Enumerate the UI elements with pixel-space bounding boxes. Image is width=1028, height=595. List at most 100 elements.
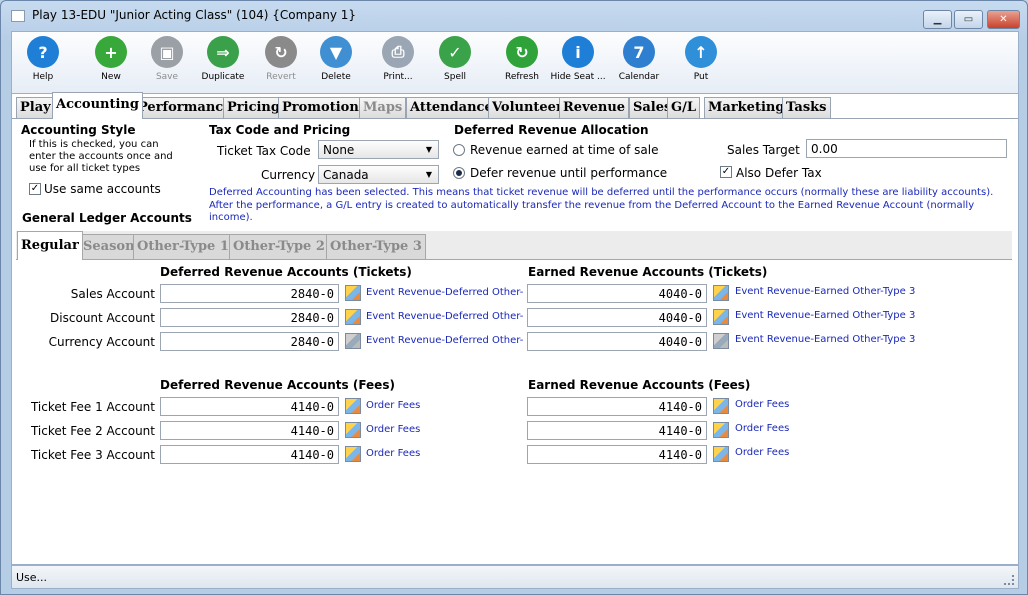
- subtab-other-type-2[interactable]: Other-Type 2: [229, 234, 329, 259]
- tab-performance[interactable]: Performance: [134, 97, 236, 118]
- accounting-style-heading: Accounting Style: [21, 123, 136, 137]
- minimize-icon: ▁: [933, 14, 942, 25]
- deferred-account-description[interactable]: Order Fees: [366, 400, 523, 411]
- ticket-tax-code-value: None: [323, 143, 355, 157]
- account-row-label: Sales Account: [70, 287, 155, 301]
- tab-marketing[interactable]: Marketing: [704, 97, 789, 118]
- revert-toolbar-button[interactable]: ↻ Revert: [250, 36, 312, 82]
- put-toolbar-button[interactable]: ↑ Put: [670, 36, 732, 82]
- spell-toolbar-button[interactable]: ✓ Spell: [424, 36, 486, 82]
- defer-revenue-radio[interactable]: [453, 167, 465, 179]
- earned-account-input[interactable]: 4040-0: [527, 308, 707, 327]
- account-row-label: Ticket Fee 3 Account: [30, 448, 155, 462]
- ticket-tax-code-select[interactable]: None ▼: [318, 140, 439, 159]
- refresh-icon: ↻: [506, 36, 538, 68]
- hide-seat-toolbar-button[interactable]: i Hide Seat ...: [547, 36, 609, 82]
- earned-account-description[interactable]: Order Fees: [735, 423, 1005, 434]
- account-lookup-icon[interactable]: [345, 285, 361, 301]
- account-lookup-icon[interactable]: [713, 398, 729, 414]
- currency-select[interactable]: Canada ▼: [318, 165, 439, 184]
- use-same-accounts-checkbox[interactable]: ✓: [29, 183, 41, 195]
- earned-account-input[interactable]: 4040-0: [527, 284, 707, 303]
- subtab-regular[interactable]: Regular: [17, 231, 83, 260]
- tab-play[interactable]: Play: [16, 97, 55, 118]
- toolbar-button-label: Print...: [383, 72, 413, 82]
- check-icon: ✓: [721, 166, 731, 177]
- deferred-account-description[interactable]: Order Fees: [366, 448, 523, 459]
- account-lookup-icon[interactable]: [713, 309, 729, 325]
- sales-target-input[interactable]: 0.00: [806, 139, 1007, 158]
- deferred-account-input[interactable]: 4140-0: [160, 397, 339, 416]
- title-bar[interactable]: Play 13-EDU "Junior Acting Class" (104) …: [1, 1, 1027, 31]
- account-lookup-icon[interactable]: [713, 285, 729, 301]
- deferred-account-description[interactable]: Event Revenue-Deferred Other-: [366, 335, 523, 346]
- new-toolbar-button[interactable]: + New: [80, 36, 142, 82]
- refresh-toolbar-button[interactable]: ↻ Refresh: [491, 36, 553, 82]
- earned-account-description[interactable]: Event Revenue-Earned Other-Type 3: [735, 310, 1005, 321]
- deferred-account-input[interactable]: 2840-0: [160, 308, 339, 327]
- subtab-other-type-1[interactable]: Other-Type 1: [133, 234, 233, 259]
- duplicate-toolbar-button[interactable]: ⇒ Duplicate: [192, 36, 254, 82]
- deferred-account-input[interactable]: 4140-0: [160, 445, 339, 464]
- account-lookup-icon[interactable]: [345, 446, 361, 462]
- spell-check-icon: ✓: [439, 36, 471, 68]
- accounting-style-desc-2: enter the accounts once and: [29, 151, 173, 162]
- also-defer-tax-label: Also Defer Tax: [736, 166, 822, 180]
- deferred-account-input[interactable]: 2840-0: [160, 284, 339, 303]
- account-lookup-icon[interactable]: [713, 333, 729, 349]
- account-row-label: Ticket Fee 2 Account: [30, 424, 155, 438]
- tab-attendance[interactable]: Attendance: [406, 97, 497, 118]
- tab-pricing[interactable]: Pricing: [223, 97, 284, 118]
- tab-g-l[interactable]: G/L: [667, 97, 700, 118]
- close-button[interactable]: ✕: [987, 10, 1020, 29]
- earned-account-description[interactable]: Event Revenue-Earned Other-Type 3: [735, 286, 1005, 297]
- help-toolbar-button[interactable]: ? Help: [12, 36, 74, 82]
- info-icon: i: [562, 36, 594, 68]
- earned-account-input[interactable]: 4140-0: [527, 421, 707, 440]
- tab-tasks[interactable]: Tasks: [782, 97, 831, 118]
- deferred-account-description[interactable]: Order Fees: [366, 424, 523, 435]
- earned-account-description[interactable]: Order Fees: [735, 399, 1005, 410]
- tab-promotions[interactable]: Promotions: [278, 97, 371, 118]
- calendar-toolbar-button[interactable]: 7 Calendar: [608, 36, 670, 82]
- deferred-account-input[interactable]: 2840-0: [160, 332, 339, 351]
- earned-account-input[interactable]: 4140-0: [527, 445, 707, 464]
- tab-maps[interactable]: Maps: [359, 97, 407, 118]
- account-lookup-icon[interactable]: [345, 333, 361, 349]
- print-toolbar-button[interactable]: ⎙ Print...: [367, 36, 429, 82]
- resize-grip-icon[interactable]: [1004, 575, 1014, 585]
- minimize-button[interactable]: ▁: [923, 10, 952, 29]
- earned-account-input[interactable]: 4040-0: [527, 332, 707, 351]
- tab-revenue[interactable]: Revenue: [559, 97, 630, 118]
- subtab-season[interactable]: Season: [79, 234, 139, 259]
- account-lookup-icon[interactable]: [345, 398, 361, 414]
- account-lookup-icon[interactable]: [713, 446, 729, 462]
- revenue-earned-radio[interactable]: [453, 144, 465, 156]
- maximize-button[interactable]: ▭: [954, 10, 983, 29]
- also-defer-tax-checkbox[interactable]: ✓: [720, 166, 732, 178]
- subtab-other-type-3[interactable]: Other-Type 3: [326, 234, 426, 259]
- deferred-revenue-heading: Deferred Revenue Allocation: [454, 123, 649, 137]
- deferred-account-description[interactable]: Event Revenue-Deferred Other-: [366, 287, 523, 298]
- save-toolbar-button[interactable]: ▣ Save: [136, 36, 198, 82]
- earned-account-description[interactable]: Event Revenue-Earned Other-Type 3: [735, 334, 1005, 345]
- account-lookup-icon[interactable]: [345, 309, 361, 325]
- use-same-accounts-label: Use same accounts: [44, 182, 161, 196]
- account-row-label: Discount Account: [50, 311, 155, 325]
- deferred-account-description[interactable]: Event Revenue-Deferred Other-: [366, 311, 523, 322]
- chevron-down-icon: ▼: [425, 145, 432, 154]
- toolbar-button-label: Hide Seat ...: [550, 72, 606, 82]
- account-lookup-icon[interactable]: [345, 422, 361, 438]
- earned-account-description[interactable]: Order Fees: [735, 447, 1005, 458]
- deferred-account-input[interactable]: 4140-0: [160, 421, 339, 440]
- delete-toolbar-button[interactable]: ▼ Delete: [305, 36, 367, 82]
- chevron-down-icon: ▼: [425, 170, 432, 179]
- earned-fees-heading: Earned Revenue Accounts (Fees): [528, 378, 751, 392]
- toolbar-button-label: Duplicate: [201, 72, 245, 82]
- earned-account-input[interactable]: 4140-0: [527, 397, 707, 416]
- general-ledger-heading: General Ledger Accounts: [22, 211, 192, 225]
- tab-accounting[interactable]: Accounting: [52, 92, 143, 119]
- tab-volunteer[interactable]: Volunteer: [488, 97, 567, 118]
- account-lookup-icon[interactable]: [713, 422, 729, 438]
- accounting-style-desc-1: If this is checked, you can: [29, 139, 159, 150]
